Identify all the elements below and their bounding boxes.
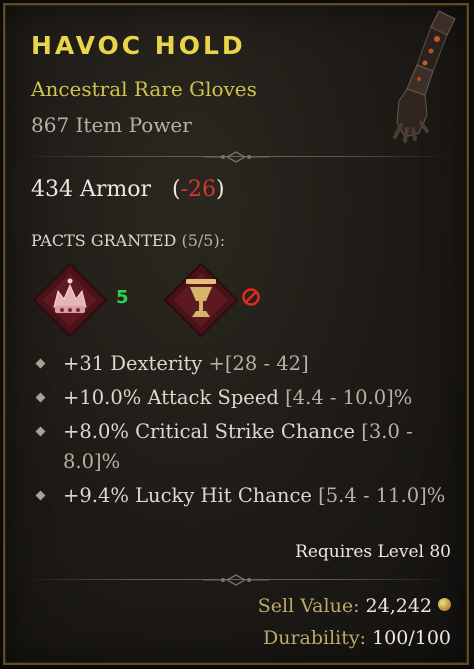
affix-item: +31 Dexterity +[28 - 42]	[35, 349, 455, 379]
item-tooltip: HAVOC HOLD Ancestral Rare Gloves 867 Ite…	[3, 3, 469, 665]
item-type: Ancestral Rare Gloves	[31, 77, 257, 101]
affix-text: +31 Dexterity	[63, 352, 203, 375]
gold-coin-icon	[438, 598, 451, 611]
affix-item: +8.0% Critical Strike Chance [3.0 - 8.0]…	[35, 417, 455, 477]
crown-sigil-icon	[31, 261, 109, 343]
affix-text: +10.0% Attack Speed	[63, 386, 279, 409]
armor-delta: -26	[180, 177, 217, 202]
sell-amount: 24,242	[365, 595, 432, 617]
affix-text: +8.0% Critical Strike Chance	[63, 420, 356, 443]
pacts-label: PACTS GRANTED	[31, 231, 177, 250]
sell-label: Sell Value:	[257, 595, 360, 617]
item-name: HAVOC HOLD	[31, 31, 246, 60]
divider-ornament-icon	[203, 574, 269, 586]
armor-stat: 434 Armor (-26)	[31, 177, 225, 202]
sell-value: Sell Value: 24,242	[258, 595, 451, 617]
pacts-header: PACTS GRANTED (5/5):	[31, 231, 225, 250]
affix-text: +9.4% Lucky Hit Chance	[63, 484, 312, 507]
affix-item: +9.4% Lucky Hit Chance [5.4 - 11.0]%	[35, 481, 455, 511]
divider	[23, 574, 449, 586]
pact-value-crown: 5	[116, 287, 129, 308]
affix-item: +10.0% Attack Speed [4.4 - 10.0]%	[35, 383, 455, 413]
armor-delta-close: )	[216, 177, 225, 202]
durability-value: 100/100	[372, 627, 451, 649]
diamond-bullet-icon	[35, 426, 46, 437]
affix-range: +[28 - 42]	[208, 352, 309, 375]
divider	[23, 151, 449, 163]
pacts-count: (5/5):	[181, 231, 226, 250]
affix-range: [4.4 - 10.0]%	[285, 386, 413, 409]
durability: Durability: 100/100	[263, 627, 451, 649]
gloves-icon	[361, 5, 461, 149]
diamond-bullet-icon	[35, 392, 46, 403]
blocked-icon	[241, 287, 261, 312]
affix-list: +31 Dexterity +[28 - 42] +10.0% Attack S…	[35, 349, 455, 515]
diamond-bullet-icon	[35, 358, 46, 369]
armor-delta-open: (	[172, 177, 181, 202]
divider-ornament-icon	[203, 151, 269, 163]
diamond-bullet-icon	[35, 490, 46, 501]
chalice-sigil-icon	[162, 261, 240, 343]
item-power: 867 Item Power	[31, 113, 192, 137]
affix-range: [5.4 - 11.0]%	[318, 484, 446, 507]
armor-value: 434 Armor	[31, 177, 152, 202]
durability-label: Durability:	[262, 627, 367, 649]
level-requirement: Requires Level 80	[295, 542, 451, 562]
